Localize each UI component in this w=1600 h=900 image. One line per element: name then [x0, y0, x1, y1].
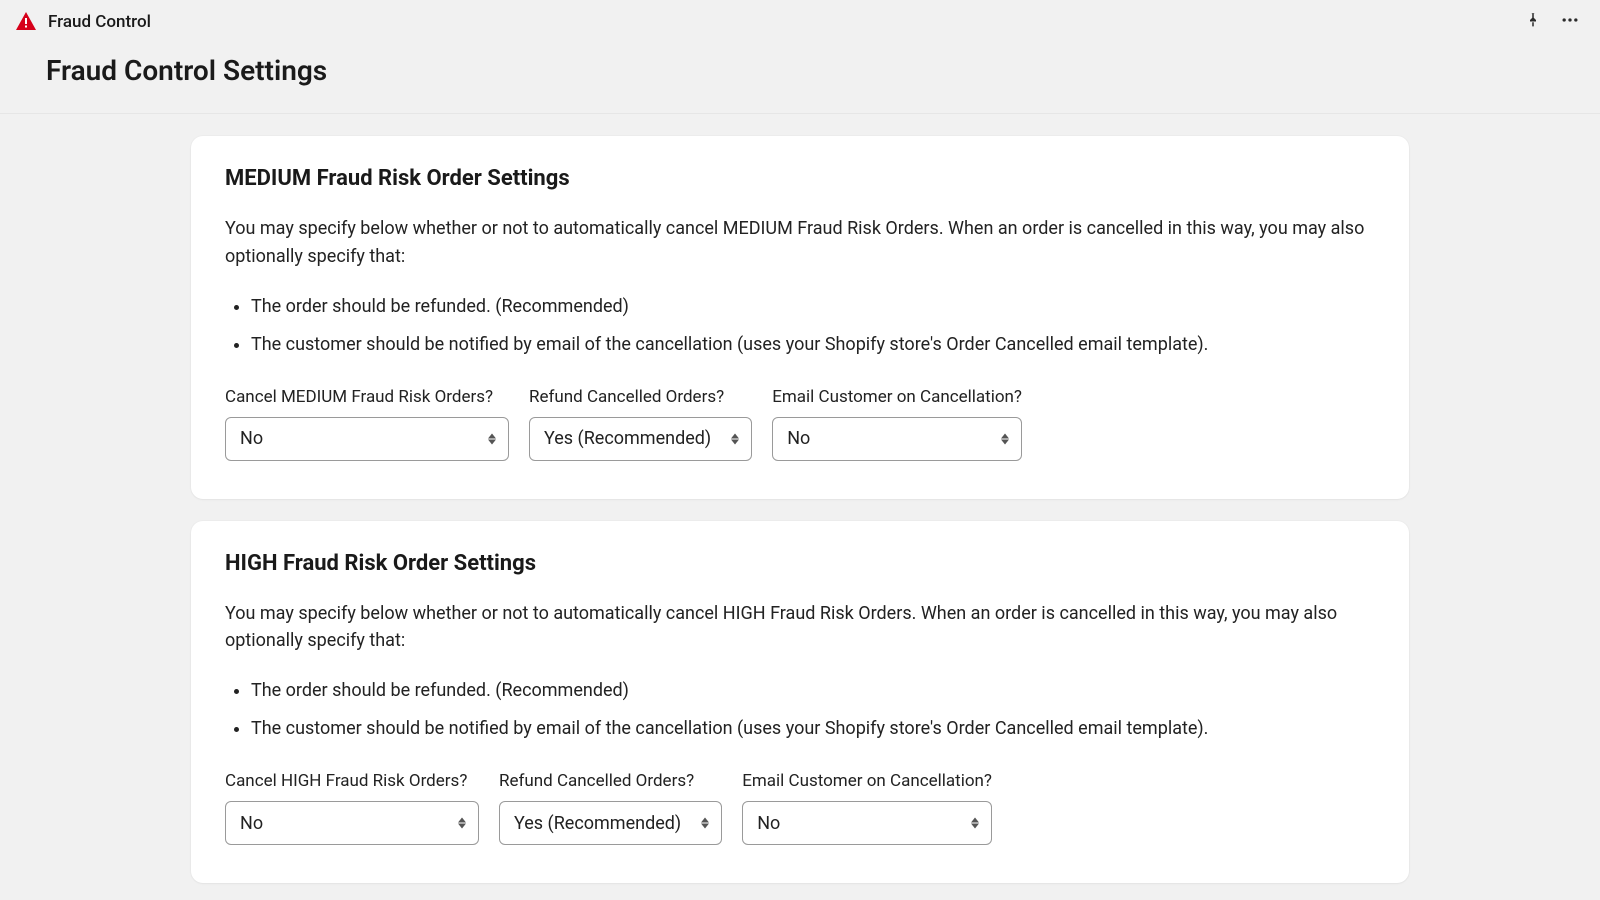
refund-medium-label: Refund Cancelled Orders?: [529, 387, 752, 407]
email-medium-label: Email Customer on Cancellation?: [772, 387, 1022, 407]
email-medium-select[interactable]: No: [772, 417, 1022, 461]
list-item: The customer should be notified by email…: [251, 715, 1375, 743]
cancel-high-label: Cancel HIGH Fraud Risk Orders?: [225, 771, 479, 791]
medium-risk-card: MEDIUM Fraud Risk Order Settings You may…: [191, 136, 1409, 499]
chevron-sort-icon: [1001, 433, 1009, 444]
email-high-label: Email Customer on Cancellation?: [742, 771, 992, 791]
chevron-sort-icon: [731, 433, 739, 444]
refund-medium-value: Yes (Recommended): [530, 428, 751, 449]
email-medium-value: No: [773, 428, 850, 449]
chevron-sort-icon: [488, 433, 496, 444]
top-bar-left: Fraud Control: [14, 10, 151, 34]
pin-icon[interactable]: [1524, 11, 1542, 33]
high-risk-bullet-list: The order should be refunded. (Recommend…: [225, 677, 1375, 743]
page-title: Fraud Control Settings: [46, 54, 1554, 87]
medium-risk-bullet-list: The order should be refunded. (Recommend…: [225, 293, 1375, 359]
more-horizontal-icon[interactable]: [1560, 10, 1580, 34]
high-risk-card: HIGH Fraud Risk Order Settings You may s…: [191, 521, 1409, 884]
email-medium-control: Email Customer on Cancellation? No: [772, 387, 1022, 461]
cancel-high-select[interactable]: No: [225, 801, 479, 845]
medium-risk-heading: MEDIUM Fraud Risk Order Settings: [225, 166, 1375, 191]
email-high-select[interactable]: No: [742, 801, 992, 845]
list-item: The order should be refunded. (Recommend…: [251, 293, 1375, 321]
alert-triangle-icon: [14, 10, 38, 34]
high-risk-description: You may specify below whether or not to …: [225, 600, 1375, 656]
high-risk-heading: HIGH Fraud Risk Order Settings: [225, 551, 1375, 576]
refund-high-select[interactable]: Yes (Recommended): [499, 801, 722, 845]
top-bar-right: [1524, 10, 1580, 34]
email-high-control: Email Customer on Cancellation? No: [742, 771, 992, 845]
cancel-medium-select[interactable]: No: [225, 417, 509, 461]
refund-medium-control: Refund Cancelled Orders? Yes (Recommende…: [529, 387, 752, 461]
list-item: The order should be refunded. (Recommend…: [251, 677, 1375, 705]
refund-high-label: Refund Cancelled Orders?: [499, 771, 722, 791]
cancel-high-control: Cancel HIGH Fraud Risk Orders? No: [225, 771, 479, 845]
refund-medium-select[interactable]: Yes (Recommended): [529, 417, 752, 461]
medium-risk-description: You may specify below whether or not to …: [225, 215, 1375, 271]
refund-high-control: Refund Cancelled Orders? Yes (Recommende…: [499, 771, 722, 845]
cancel-medium-value: No: [226, 428, 303, 449]
medium-risk-controls: Cancel MEDIUM Fraud Risk Orders? No Refu…: [225, 387, 1375, 461]
refund-high-value: Yes (Recommended): [500, 813, 721, 834]
chevron-sort-icon: [971, 818, 979, 829]
high-risk-controls: Cancel HIGH Fraud Risk Orders? No Refund…: [225, 771, 1375, 845]
cancel-medium-control: Cancel MEDIUM Fraud Risk Orders? No: [225, 387, 509, 461]
top-bar: Fraud Control: [0, 0, 1600, 44]
cancel-medium-label: Cancel MEDIUM Fraud Risk Orders?: [225, 387, 509, 407]
list-item: The customer should be notified by email…: [251, 331, 1375, 359]
cancel-high-value: No: [226, 813, 303, 834]
email-high-value: No: [743, 813, 820, 834]
content-area: MEDIUM Fraud Risk Order Settings You may…: [0, 114, 1600, 900]
app-title: Fraud Control: [48, 12, 151, 32]
chevron-sort-icon: [701, 818, 709, 829]
chevron-sort-icon: [458, 818, 466, 829]
page-header: Fraud Control Settings: [0, 44, 1600, 114]
